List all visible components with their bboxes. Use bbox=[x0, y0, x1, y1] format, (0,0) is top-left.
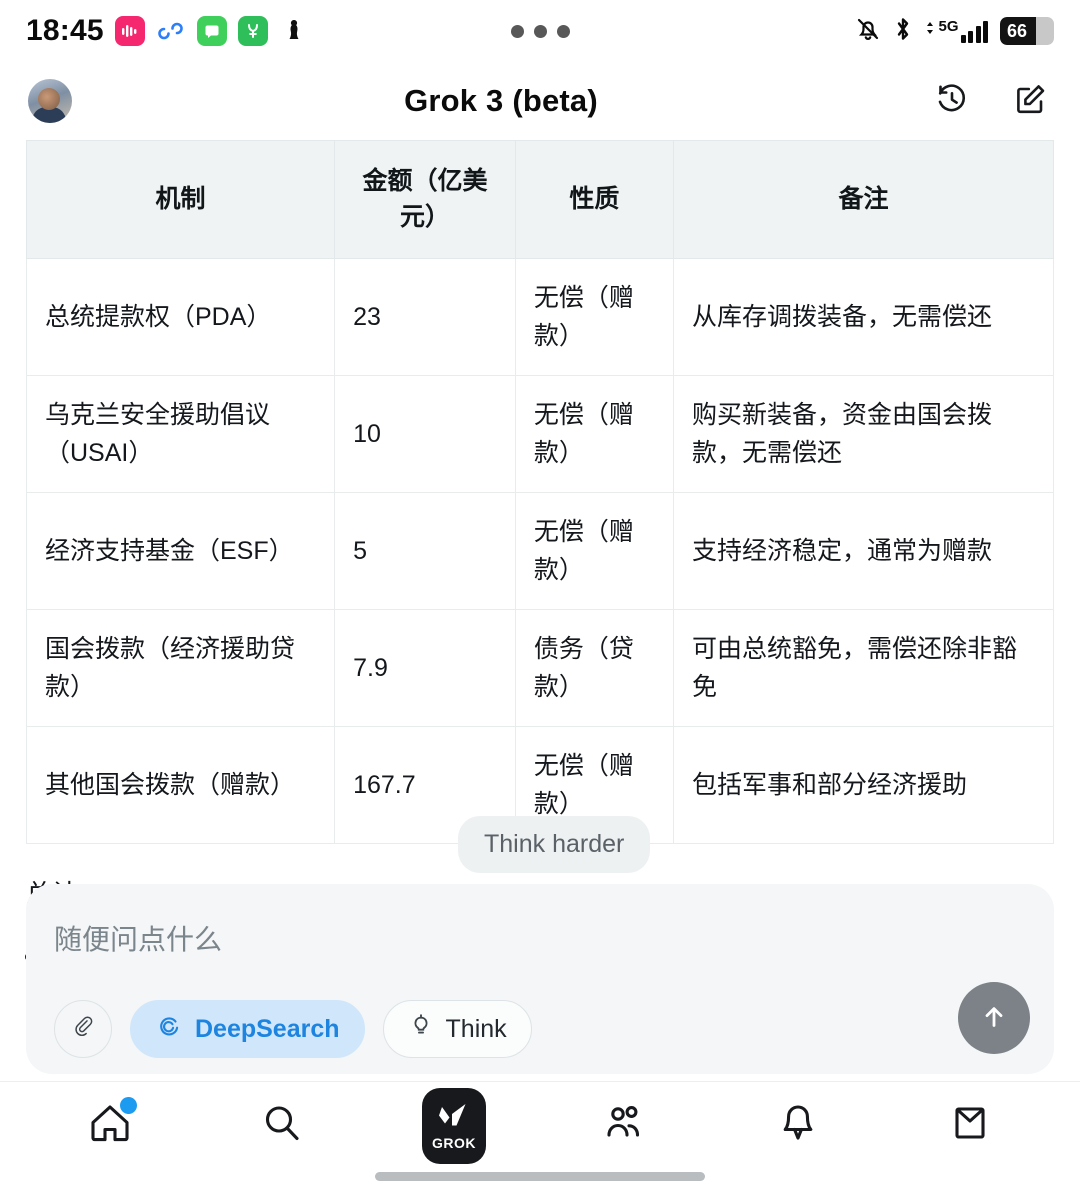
phone-screen: 18:45 5G 66 Grok 3 (beta) 机制 金额（亿美元） 性质 … bbox=[0, 0, 1080, 1191]
composer-toolbar: DeepSearch Think bbox=[54, 1000, 1026, 1058]
nav-item-notifications[interactable] bbox=[753, 1091, 843, 1161]
cell-nature: 无偿（赠款） bbox=[514, 491, 675, 610]
think-button[interactable]: Think bbox=[382, 1000, 532, 1058]
network-type-label: 5G bbox=[938, 18, 959, 35]
cell-mechanism: 经济支持基金（ESF） bbox=[25, 491, 336, 610]
history-button[interactable] bbox=[930, 79, 974, 123]
send-icon bbox=[977, 1000, 1011, 1037]
cell-note: 包括军事和部分经济援助 bbox=[673, 725, 1054, 844]
nav-item-home[interactable] bbox=[65, 1091, 155, 1161]
cell-note: 支持经济稳定，通常为赠款 bbox=[673, 491, 1054, 610]
status-bar: 18:45 5G 66 bbox=[0, 0, 1080, 62]
history-icon bbox=[932, 79, 972, 124]
cell-amount: 10 bbox=[334, 374, 516, 493]
messages-app-icon bbox=[196, 16, 227, 46]
cell-note: 购买新装备，资金由国会拨款，无需偿还 bbox=[673, 374, 1054, 493]
chess-pawn-icon bbox=[279, 16, 309, 46]
table-header-mechanism: 机制 bbox=[25, 140, 336, 259]
music-app-icon bbox=[114, 16, 145, 46]
table-header-nature: 性质 bbox=[514, 140, 675, 259]
home-indicator bbox=[375, 1172, 705, 1181]
grok-icon: GROK bbox=[422, 1087, 486, 1164]
chat-response-content: 机制 金额（亿美元） 性质 备注 总统提款权（PDA） 23 无偿（赠款） 从库… bbox=[0, 140, 1080, 844]
bluetooth-icon bbox=[894, 15, 912, 48]
avatar[interactable] bbox=[28, 79, 72, 123]
header-actions bbox=[930, 79, 1052, 123]
communities-icon bbox=[600, 1097, 652, 1154]
cell-nature: 无偿（赠款） bbox=[514, 374, 675, 493]
home-badge bbox=[120, 1096, 137, 1114]
status-bar-left: 18:45 bbox=[26, 14, 309, 48]
cloud-sync-icon bbox=[156, 16, 186, 46]
app-header: Grok 3 (beta) bbox=[0, 62, 1080, 140]
cell-amount: 23 bbox=[334, 257, 516, 376]
composer[interactable]: 随便问点什么 DeepSearch Think bbox=[26, 884, 1054, 1074]
attach-button[interactable] bbox=[54, 1000, 112, 1058]
deepsearch-button[interactable]: DeepSearch bbox=[130, 1000, 365, 1058]
cell-mechanism: 总统提款权（PDA） bbox=[25, 257, 336, 376]
table-row: 总统提款权（PDA） 23 无偿（赠款） 从库存调拨装备，无需偿还 bbox=[25, 257, 1054, 376]
cell-mechanism: 国会拨款（经济援助贷款） bbox=[25, 608, 336, 727]
search-icon bbox=[256, 1097, 308, 1154]
status-bar-right: 5G 66 bbox=[854, 15, 1054, 48]
think-label: Think bbox=[445, 1014, 507, 1043]
compose-button[interactable] bbox=[1008, 79, 1052, 123]
attach-icon bbox=[70, 1013, 96, 1046]
cell-amount: 5 bbox=[334, 491, 516, 610]
nav-item-search[interactable] bbox=[237, 1091, 327, 1161]
nav-item-messages[interactable] bbox=[925, 1091, 1015, 1161]
signal-bars-icon: 5G bbox=[924, 19, 988, 43]
cell-note: 从库存调拨装备，无需偿还 bbox=[673, 257, 1054, 376]
mute-bell-icon bbox=[854, 15, 882, 48]
table-row: 经济支持基金（ESF） 5 无偿（赠款） 支持经济稳定，通常为赠款 bbox=[25, 491, 1054, 610]
cell-mechanism: 其他国会拨款（赠款） bbox=[25, 725, 336, 844]
cell-note: 可由总统豁免，需偿还除非豁免 bbox=[673, 608, 1054, 727]
battery-icon: 66 bbox=[1000, 17, 1054, 45]
send-button[interactable] bbox=[958, 982, 1030, 1054]
table-header-note: 备注 bbox=[673, 140, 1054, 259]
messages-icon bbox=[944, 1097, 996, 1154]
cell-mechanism: 乌克兰安全援助倡议（USAI） bbox=[25, 374, 336, 493]
compose-icon bbox=[1010, 79, 1050, 124]
table-header-amount: 金额（亿美元） bbox=[334, 140, 516, 259]
page-title: Grok 3 (beta) bbox=[404, 83, 598, 118]
cell-amount: 7.9 bbox=[334, 608, 516, 727]
table-header-row: 机制 金额（亿美元） 性质 备注 bbox=[25, 140, 1054, 259]
status-time: 18:45 bbox=[26, 14, 104, 47]
bell-icon bbox=[772, 1097, 824, 1154]
grok-label: GROK bbox=[432, 1134, 476, 1151]
nav-item-grok[interactable]: GROK bbox=[409, 1087, 499, 1164]
think-harder-button[interactable]: Think harder bbox=[458, 816, 651, 873]
message-input[interactable]: 随便问点什么 bbox=[54, 918, 1026, 958]
cell-nature: 债务（贷款） bbox=[514, 608, 675, 727]
lightbulb-icon bbox=[408, 1013, 434, 1046]
deepsearch-icon bbox=[155, 1012, 183, 1047]
table-row: 国会拨款（经济援助贷款） 7.9 债务（贷款） 可由总统豁免，需偿还除非豁免 bbox=[25, 608, 1054, 727]
table-row: 乌克兰安全援助倡议（USAI） 10 无偿（赠款） 购买新装备，资金由国会拨款，… bbox=[25, 374, 1054, 493]
nav-item-communities[interactable] bbox=[581, 1091, 671, 1161]
cell-nature: 无偿（赠款） bbox=[514, 257, 675, 376]
battery-level: 66 bbox=[1007, 20, 1028, 41]
aid-mechanism-table: 机制 金额（亿美元） 性质 备注 总统提款权（PDA） 23 无偿（赠款） 从库… bbox=[25, 140, 1054, 844]
deepsearch-label: DeepSearch bbox=[195, 1014, 340, 1043]
health-app-icon bbox=[237, 16, 268, 46]
